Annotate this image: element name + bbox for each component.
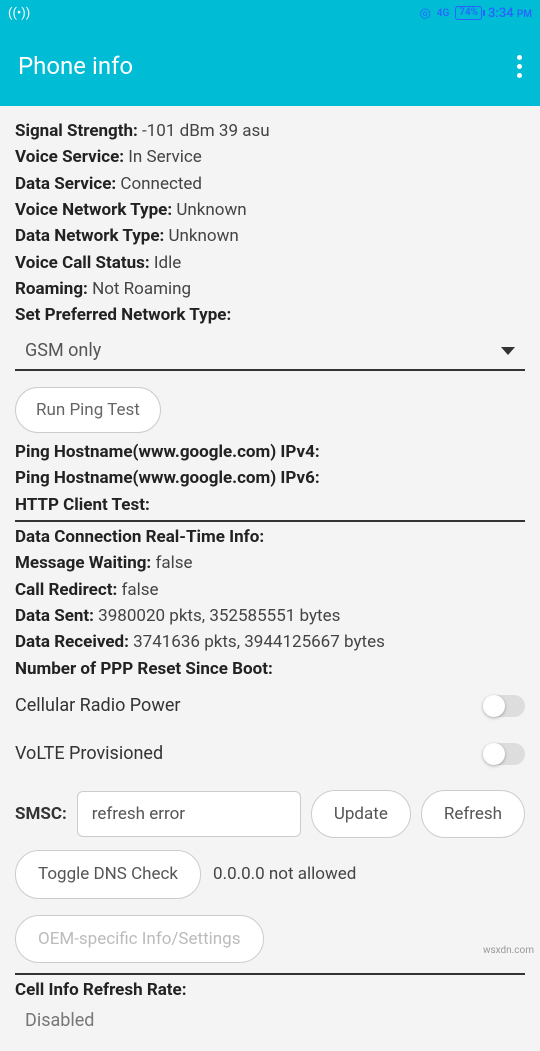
dns-text: 0.0.0.0 not allowed [213,861,356,887]
data-service-row: Data Service: Connected [15,171,525,197]
status-right: ◎ 4G 74% 3:34 PM [419,6,532,21]
chevron-down-icon [501,347,515,355]
dns-row: Toggle DNS Check 0.0.0.0 not allowed [15,850,525,898]
clock-time: 3:34 PM [488,6,532,21]
data-recv-row: Data Received: 3741636 pkts, 3944125667 … [15,629,525,655]
radio-power-label: Cellular Radio Power [15,692,181,720]
radio-power-row: Cellular Radio Power [15,682,525,730]
ping-ipv6-row: Ping Hostname(www.google.com) IPv6: [15,465,525,491]
ping-ipv4-row: Ping Hostname(www.google.com) IPv4: [15,439,525,465]
content-area: Signal Strength: -101 dBm 39 asu Voice S… [0,106,540,1051]
app-bar: Phone info [0,26,540,106]
smsc-label: SMSC: [15,801,67,827]
watermark: wsxdn.com [483,945,534,956]
battery-icon: 74% [455,6,482,20]
volte-label: VoLTE Provisioned [15,740,163,768]
voice-call-row: Voice Call Status: Idle [15,250,525,276]
page-title: Phone info [18,52,133,80]
signal-strength-row: Signal Strength: -101 dBm 39 asu [15,118,525,144]
call-redirect-row: Call Redirect: false [15,577,525,603]
voice-service-row: Voice Service: In Service [15,144,525,170]
cell-rate-label: Cell Info Refresh Rate: [15,977,525,1003]
refresh-button[interactable]: Refresh [421,790,525,838]
data-sent-row: Data Sent: 3980020 pkts, 352585551 bytes [15,603,525,629]
oem-info-button[interactable]: OEM-specific Info/Settings [15,915,264,963]
http-test-row: HTTP Client Test: [15,492,525,518]
run-ping-button[interactable]: Run Ping Test [15,387,161,433]
volte-row: VoLTE Provisioned [15,730,525,778]
pref-network-dropdown[interactable]: GSM only [15,331,525,371]
update-button[interactable]: Update [311,790,411,838]
ppp-row: Number of PPP Reset Since Boot: [15,656,525,682]
overflow-menu-icon[interactable] [517,55,522,78]
smsc-row: SMSC: Update Refresh [15,790,525,838]
location-icon: ◎ [419,6,430,21]
status-bar: ((•)) ◎ 4G 74% 3:34 PM [0,0,540,26]
volte-switch[interactable] [485,743,525,765]
divider [15,973,525,975]
hotspot-icon: ((•)) [8,6,30,21]
toggle-dns-button[interactable]: Toggle DNS Check [15,850,201,898]
signal-4g-icon: 4G [437,8,450,19]
roaming-row: Roaming: Not Roaming [15,276,525,302]
pref-network-label: Set Preferred Network Type: [15,302,525,328]
dropdown-value: GSM only [25,337,101,365]
data-network-row: Data Network Type: Unknown [15,223,525,249]
cell-rate-value[interactable]: Disabled [15,1003,525,1039]
voice-network-row: Voice Network Type: Unknown [15,197,525,223]
smsc-input[interactable] [77,791,301,837]
data-rt-row: Data Connection Real-Time Info: [15,524,525,550]
msg-wait-row: Message Waiting: false [15,550,525,576]
status-left: ((•)) [8,6,30,21]
divider [15,520,525,522]
radio-power-switch[interactable] [485,695,525,717]
